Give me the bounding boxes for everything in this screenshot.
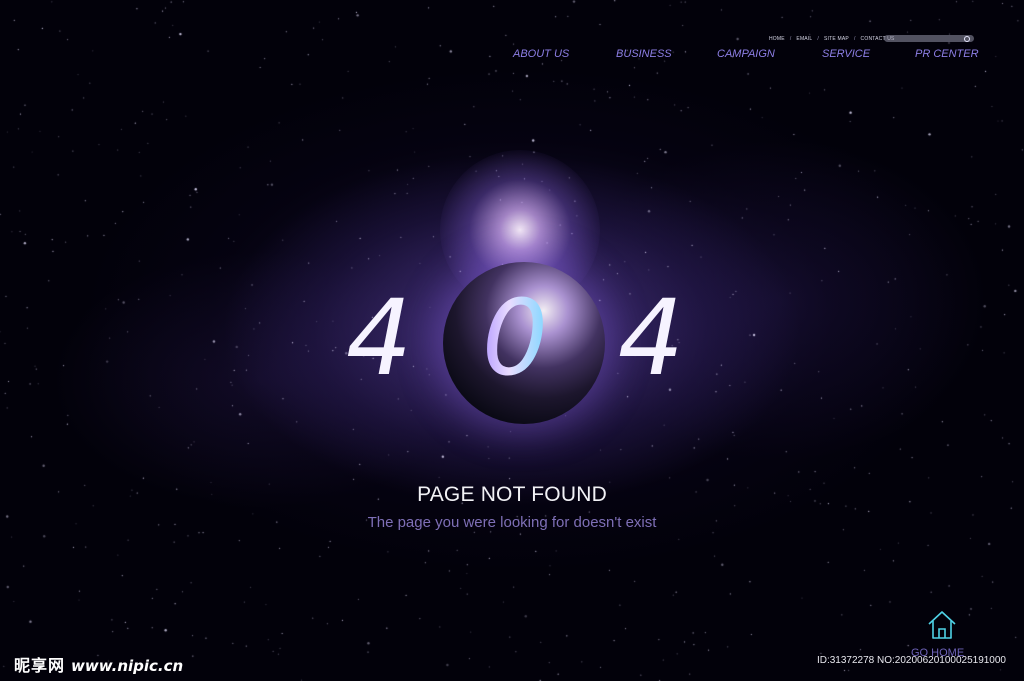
home-link[interactable]: HOME (769, 36, 785, 42)
separator: / (789, 36, 792, 42)
separator: / (853, 36, 856, 42)
error-code-digit: 4 (617, 277, 686, 399)
watermark-site-name: 昵享网 (14, 656, 66, 675)
separator: / (817, 36, 820, 42)
site-map-link[interactable]: SITE MAP (824, 36, 849, 42)
watermark-logo: 昵享网 www.nipic.cn (14, 652, 183, 676)
nav-service[interactable]: SERVICE (822, 48, 870, 60)
nav-pr-center[interactable]: PR CENTER (915, 48, 979, 60)
email-link[interactable]: EMAIL (796, 36, 812, 42)
space-background: HOME / EMAIL / SITE MAP / CONTACT US ABO… (0, 0, 1024, 681)
error-code-digit: 4 (346, 277, 415, 399)
nav-about-us[interactable]: ABOUT US (513, 48, 569, 60)
error-code: 4 0 4 (346, 278, 686, 398)
watermark-site-url: www.nipic.cn (71, 657, 184, 675)
house-icon[interactable] (926, 609, 958, 641)
nav-campaign[interactable]: CAMPAIGN (717, 48, 775, 60)
utility-links: HOME / EMAIL / SITE MAP / CONTACT US (769, 36, 895, 42)
watermark-image-id: ID:31372278 NO:20200620100025191000 (816, 655, 1006, 666)
error-message: The page you were looking for doesn't ex… (367, 514, 657, 531)
search-input[interactable] (884, 35, 974, 42)
nav-business[interactable]: BUSINESS (616, 48, 672, 60)
search-icon[interactable] (964, 36, 970, 42)
error-code-digit: 0 (481, 277, 551, 399)
main-nav: ABOUT US BUSINESS CAMPAIGN SERVICE PR CE… (0, 48, 1024, 64)
error-title: PAGE NOT FOUND (417, 483, 607, 506)
